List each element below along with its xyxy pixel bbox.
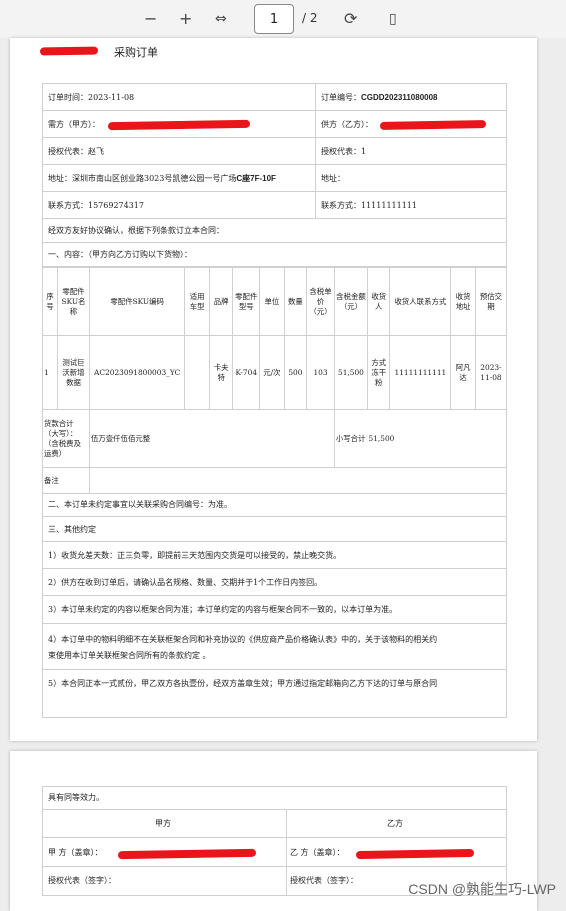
subtotal: 51,500: [367, 409, 507, 468]
col-header: 收货地址: [450, 267, 476, 336]
cell: 500: [283, 335, 308, 410]
table-header-row: 序号 零配件SKU名称 零配件SKU编码 适用车型 品牌 零配件型号 单位 数量…: [42, 267, 508, 336]
party-a: 甲方: [155, 819, 171, 828]
order-date: 订单时间：2023-11-08: [48, 93, 135, 102]
col-header: 单位: [259, 267, 285, 336]
cell: AC2023091800003_YC: [88, 335, 186, 410]
total-cn: 伍万壹仟伍佰元整: [89, 409, 335, 468]
rep-a: 授权代表：赵飞: [48, 147, 104, 156]
redaction: [39, 46, 99, 56]
order-no-label: 订单编号：CGDD202311080008: [321, 93, 438, 102]
rotate-icon[interactable]: ⟳: [344, 9, 357, 29]
col-header: 含税单价（元）: [306, 267, 335, 336]
total-label: 货款合计（大写）：（含税费及运费）: [42, 409, 90, 468]
col-header: 品牌: [208, 267, 234, 336]
col-header: 含税金额（元）: [333, 267, 369, 336]
cell: K-704: [232, 335, 261, 410]
col-header: 序号: [42, 267, 58, 336]
supplier-label: 供方（乙方）：: [321, 120, 373, 129]
col-header: 收货人: [366, 267, 391, 336]
zoom-in-button[interactable]: +: [179, 9, 192, 29]
seal-b: 乙 方（盖章）：: [290, 848, 345, 857]
col-header: 数量: [283, 267, 308, 336]
addr-a: 地址：深圳市南山区创业路3023号凯德公园一号广场C座7F-10F: [48, 174, 276, 183]
p2-line: 具有同等效力。: [48, 793, 104, 802]
sec3-text: 三、其他约定: [48, 525, 96, 534]
page-total: / 2: [302, 11, 318, 25]
cell: 方式冻干粉: [366, 335, 391, 410]
fit-width-icon[interactable]: ⇔: [215, 9, 227, 29]
total-row: 货款合计（大写）：（含税费及运费） 伍万壹仟伍佰元整 小写合计 51,500: [42, 409, 507, 468]
clause-1: 1）收货允差天数：正三负零，即提前三天范围内交货是可以接受的，禁止晚交货。: [48, 551, 342, 560]
col-header: 收货人联系方式: [389, 267, 452, 336]
note-value: [89, 467, 507, 494]
cell: 103: [306, 335, 335, 410]
clause-4a: 4）本订单中的物料明细不在关联框架合同和补充协议的《供应商产品价格确认表》中的，…: [48, 635, 438, 644]
note-label: 备注: [42, 467, 90, 494]
cell: 阿凡达: [450, 335, 476, 410]
cell: 2023-11-08: [474, 335, 508, 410]
sec2-text: 二、本订单未约定事宜以关联采购合同编号：为准。: [48, 500, 232, 509]
watermark: CSDN @孰能生巧-LWP: [408, 881, 556, 897]
items-table: 序号 零配件SKU名称 零配件SKU编码 适用车型 品牌 零配件型号 单位 数量…: [42, 267, 508, 494]
seal-a: 甲 方（盖章）：: [48, 848, 103, 857]
clause-2: 2）供方在收到订单后，请确认品名规格、数量、交期并于1个工作日内签回。: [48, 578, 323, 587]
page-view-icon[interactable]: ▯: [389, 9, 397, 29]
party-b: 乙方: [387, 819, 403, 828]
col-header: 零配件型号: [232, 267, 261, 336]
clause-5: 5）本合同正本一式贰份，甲乙双方各执壹份，经双方盖章生效；甲方通过指定邮箱向乙方…: [48, 679, 438, 688]
note-row: 备注: [42, 467, 507, 494]
col-header: 预估交期: [474, 267, 508, 336]
cell: 1: [42, 335, 58, 410]
cell: 测试巨沃新增数据: [56, 335, 91, 410]
pdf-page-1: 采购订单 订单时间：2023-11-08 订单编号：CGDD2023110800…: [10, 38, 537, 741]
subtotal-label: 小写合计: [333, 409, 368, 468]
clause-4b: 束使用本订单关联框架合同所有的条款约定 。: [48, 651, 211, 660]
sec1-text: 一、内容：（甲方向乙方订购以下货物）：: [48, 250, 192, 259]
cell: 51,500: [333, 335, 369, 410]
page-number-input[interactable]: 1: [254, 4, 294, 34]
col-header: 零配件SKU编码: [88, 267, 186, 336]
sign-b: 授权代表（签字）：: [290, 876, 358, 885]
col-header: 适用车型: [184, 267, 210, 336]
clause-3: 3）本订单未约定的内容以框架合同为准；本订单约定的内容与框架合同不一致的，以本订…: [48, 605, 398, 614]
sign-a: 授权代表（签字）：: [48, 876, 116, 885]
rep-b: 授权代表：1: [321, 147, 367, 156]
cell: 元/次: [259, 335, 285, 410]
addr-b: 地址：: [321, 174, 345, 183]
contact-a: 联系方式：15769274317: [48, 201, 144, 210]
cell: 卡夫特: [208, 335, 234, 410]
contact-b: 联系方式：11111111111: [321, 201, 417, 210]
cell: [184, 335, 210, 410]
intro-text: 经双方友好协议确认，根据下列条款订立本合同：: [48, 226, 224, 235]
pdf-toolbar: − + ⇔ 1 / 2 ⟳ ▯: [0, 0, 566, 38]
buyer-label: 需方（甲方）：: [48, 120, 100, 129]
doc-title: 采购订单: [114, 46, 158, 59]
col-header: 零配件SKU名称: [56, 267, 91, 336]
zoom-out-button[interactable]: −: [144, 9, 157, 29]
cell: 11111111111: [389, 335, 452, 410]
table-row: 1 测试巨沃新增数据 AC2023091800003_YC 卡夫特 K-704 …: [42, 335, 508, 410]
